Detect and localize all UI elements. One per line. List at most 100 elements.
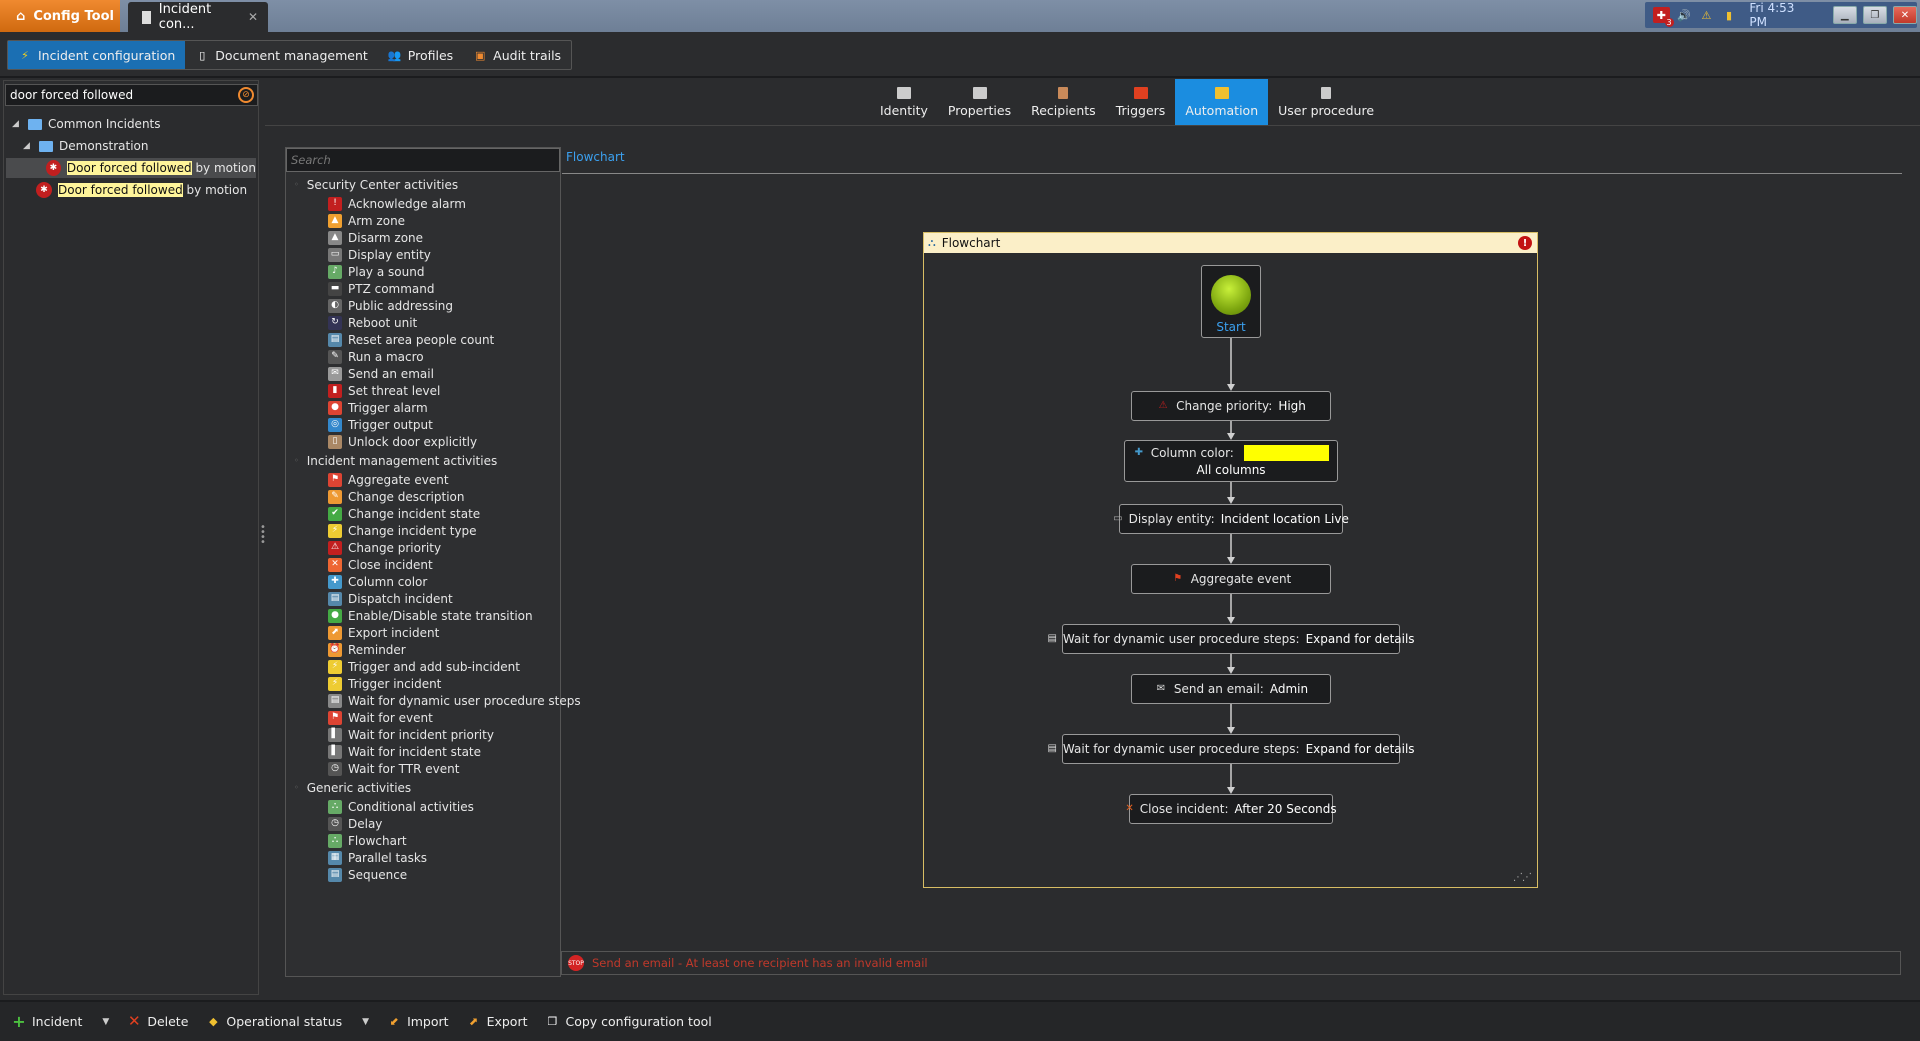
- activity-change-description[interactable]: ✎ Change description: [328, 488, 464, 505]
- activity-run-a-macro[interactable]: ✎ Run a macro: [328, 348, 424, 365]
- activities-search-input[interactable]: Search: [286, 148, 560, 172]
- panel-splitter[interactable]: • • • •: [260, 523, 266, 548]
- activity-trigger-incident[interactable]: ⚡ Trigger incident: [328, 675, 441, 692]
- activity-public-addressing[interactable]: ◐ Public addressing: [328, 297, 453, 314]
- activity-sequence[interactable]: ▤ Sequence: [328, 866, 407, 883]
- dropdown-caret-icon[interactable]: ▼: [362, 1017, 369, 1027]
- send-an-email-icon: ✉: [328, 366, 342, 381]
- volume-icon[interactable]: 🔊: [1676, 7, 1693, 23]
- activity-conditional-activities[interactable]: ⛬ Conditional activities: [328, 798, 474, 815]
- incident-configuration-tab[interactable]: Incident con... ✕: [128, 2, 268, 32]
- export-button[interactable]: ⬈ Export: [467, 1014, 528, 1029]
- tab-label: User procedure: [1278, 102, 1375, 118]
- tab-user-procedure[interactable]: User procedure: [1268, 79, 1384, 125]
- activity-arm-zone[interactable]: ▲ Arm zone: [328, 212, 405, 229]
- add-incident-button[interactable]: + Incident ▼: [12, 1013, 109, 1029]
- activity-wait-for-incident-priority[interactable]: ▌ Wait for incident priority: [328, 726, 494, 743]
- wait-dynamic-steps-node[interactable]: ▤ Wait for dynamic user procedure steps: E…: [1047, 734, 1415, 764]
- activity-flowchart[interactable]: ⛬ Flowchart: [328, 832, 407, 849]
- activity-close-incident[interactable]: ✕ Close incident: [328, 556, 433, 573]
- close-incident-node[interactable]: ✕ Close incident: After 20 Seconds: [1125, 794, 1337, 824]
- activity-enable-disable-state-transition[interactable]: ● Enable/Disable state transition: [328, 607, 533, 624]
- aggregate-event-node[interactable]: ⚑ Aggregate event: [1131, 564, 1331, 594]
- activity-column-color[interactable]: ✚ Column color: [328, 573, 427, 590]
- button-label: Incident: [32, 1014, 83, 1029]
- activity-trigger-alarm[interactable]: ● Trigger alarm: [328, 399, 428, 416]
- activity-wait-for-ttr-event[interactable]: ◷ Wait for TTR event: [328, 760, 459, 777]
- restore-button[interactable]: ❐: [1862, 6, 1887, 24]
- tree-node-incident[interactable]: ✱ Door forced followed by motion: [36, 180, 247, 200]
- activity-wait-for-event[interactable]: ⚑ Wait for event: [328, 709, 433, 726]
- config-tool-tab[interactable]: ⌂ Config Tool: [0, 0, 120, 32]
- wait-dynamic-steps-node[interactable]: ▤ Wait for dynamic user procedure steps: E…: [1047, 624, 1415, 654]
- minimize-button[interactable]: ▁: [1832, 6, 1857, 24]
- activity-change-incident-type[interactable]: ⚡ Change incident type: [328, 522, 477, 539]
- tree-node-common-incidents[interactable]: ◢ Common Incidents: [12, 114, 161, 134]
- tree-search-input[interactable]: door forced followed ⊘: [5, 84, 258, 106]
- close-tab-icon[interactable]: ✕: [248, 10, 258, 24]
- clear-search-icon[interactable]: ⊘: [238, 87, 254, 103]
- activity-wait-for-dynamic-user-procedure-steps[interactable]: ▤ Wait for dynamic user procedure steps: [328, 692, 581, 709]
- category-incident-management-activities[interactable]: ◦ Incident management activities: [294, 452, 497, 469]
- change-priority-node[interactable]: ⚠ Change priority: High: [1131, 391, 1331, 421]
- tab-identity[interactable]: Identity: [870, 79, 938, 125]
- activity-aggregate-event[interactable]: ⚑ Aggregate event: [328, 471, 449, 488]
- activity-reset-area-people-count[interactable]: ▤ Reset area people count: [328, 331, 494, 348]
- activity-set-threat-level[interactable]: ▮ Set threat level: [328, 382, 440, 399]
- activity-dispatch-incident[interactable]: ▤ Dispatch incident: [328, 590, 453, 607]
- collapse-toggle-icon[interactable]: ◦: [294, 180, 299, 189]
- tab-automation[interactable]: Automation: [1175, 79, 1269, 125]
- dropdown-caret-icon[interactable]: ▼: [102, 1017, 109, 1027]
- activity-reboot-unit[interactable]: ↻ Reboot unit: [328, 314, 417, 331]
- color-swatch[interactable]: [1243, 445, 1329, 461]
- signal-icon[interactable]: ▮: [1721, 7, 1738, 23]
- flowchart-breadcrumb[interactable]: Flowchart: [566, 150, 625, 164]
- expand-triangle-icon[interactable]: ◢: [23, 141, 33, 151]
- category-security-center-activities[interactable]: ◦ Security Center activities: [294, 176, 458, 193]
- category-generic-activities[interactable]: ◦ Generic activities: [294, 779, 411, 796]
- collapse-toggle-icon[interactable]: ◦: [294, 783, 299, 792]
- enable-disable-state-transition-icon: ●: [328, 608, 342, 623]
- incident-configuration-task[interactable]: ⚡ Incident configuration: [8, 41, 186, 69]
- activity-acknowledge-alarm[interactable]: ! Acknowledge alarm: [328, 195, 466, 212]
- activity-unlock-door-explicitly[interactable]: ▯ Unlock door explicitly: [328, 433, 477, 450]
- activity-reminder[interactable]: ⏰ Reminder: [328, 641, 406, 658]
- activity-change-incident-state[interactable]: ✔ Change incident state: [328, 505, 480, 522]
- activity-disarm-zone[interactable]: ▲ Disarm zone: [328, 229, 423, 246]
- activity-trigger-and-add-sub-incident[interactable]: ⚡ Trigger and add sub-incident: [328, 658, 520, 675]
- expand-triangle-icon[interactable]: ◢: [12, 119, 22, 129]
- activity-wait-for-incident-state[interactable]: ▌ Wait for incident state: [328, 743, 481, 760]
- tree-node-demonstration[interactable]: ◢ Demonstration: [23, 136, 149, 156]
- operational-status-button[interactable]: ◆ Operational status ▼: [206, 1014, 369, 1029]
- document-management-task[interactable]: ▯ Document management: [185, 41, 377, 69]
- activity-export-incident[interactable]: ⬈ Export incident: [328, 624, 439, 641]
- activity-display-entity[interactable]: ▭ Display entity: [328, 246, 431, 263]
- tree-node-incident-selected[interactable]: ✱ Door forced followed by motion: [6, 158, 256, 178]
- profiles-task[interactable]: 👥 Profiles: [378, 41, 463, 69]
- activity-ptz-command[interactable]: ▬ PTZ command: [328, 280, 435, 297]
- audit-trails-task[interactable]: ▣ Audit trails: [463, 41, 571, 69]
- activity-send-an-email[interactable]: ✉ Send an email: [328, 365, 434, 382]
- tab-properties[interactable]: Properties: [938, 79, 1021, 125]
- activity-delay[interactable]: ◷ Delay: [328, 815, 382, 832]
- health-alert-icon[interactable]: ✚ 3: [1653, 7, 1674, 27]
- close-window-button[interactable]: ✕: [1892, 6, 1918, 24]
- flowchart-designer[interactable]: ⛬ Flowchart ! Start ⚠ Change priority: Hig…: [923, 232, 1538, 888]
- start-node[interactable]: Start: [1201, 265, 1261, 338]
- column-color-node[interactable]: ✚ Column color: All columns: [1124, 440, 1338, 482]
- display-entity-node[interactable]: ▭ Display entity: Incident location Live: [1113, 504, 1349, 534]
- tab-triggers[interactable]: Triggers: [1106, 79, 1176, 125]
- delete-button[interactable]: ✕ Delete: [127, 1014, 188, 1030]
- activity-change-priority[interactable]: ⚠ Change priority: [328, 539, 441, 556]
- threat-level-icon[interactable]: ⚠: [1698, 7, 1715, 23]
- send-email-node[interactable]: ✉ Send an email: Admin: [1131, 674, 1331, 704]
- copy-configuration-tool-button[interactable]: ❐ Copy configuration tool: [545, 1014, 712, 1029]
- arrow-head-icon: [1227, 497, 1235, 504]
- activity-play-a-sound[interactable]: ♪ Play a sound: [328, 263, 424, 280]
- activity-trigger-output[interactable]: ◎ Trigger output: [328, 416, 433, 433]
- tab-recipients[interactable]: Recipients: [1021, 79, 1106, 125]
- activity-parallel-tasks[interactable]: ▦ Parallel tasks: [328, 849, 427, 866]
- import-button[interactable]: ⬋ Import: [387, 1014, 448, 1029]
- collapse-toggle-icon[interactable]: ◦: [294, 456, 299, 465]
- resize-grip-icon[interactable]: ⋰⋰: [1513, 872, 1532, 883]
